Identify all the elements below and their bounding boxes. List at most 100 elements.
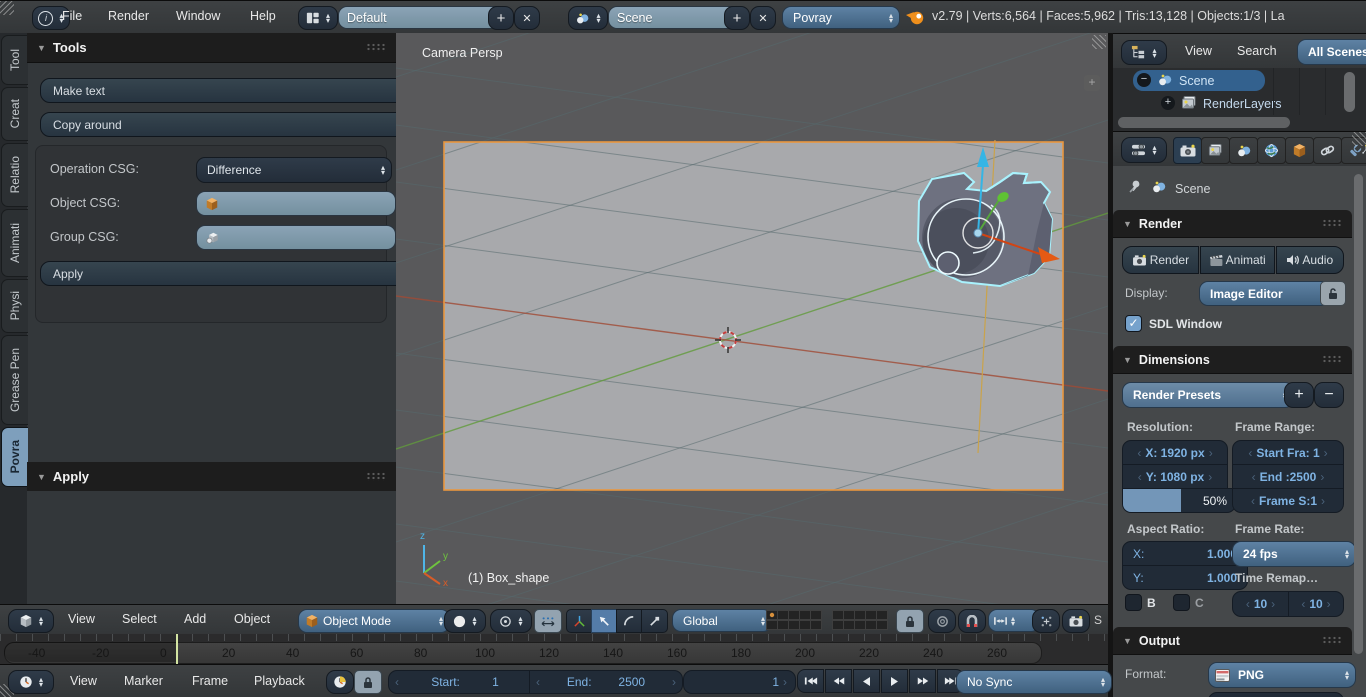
snap-peel-button[interactable] (1032, 609, 1060, 633)
add-preset-button[interactable]: + (1284, 382, 1314, 408)
stepper-right-icon[interactable]: › (783, 675, 787, 689)
collapse-circle-icon[interactable]: − (1137, 73, 1151, 87)
panel-grip-icon[interactable] (366, 472, 386, 481)
pivot-point-dropdown[interactable]: ▴▾ (490, 609, 532, 633)
rewind-button[interactable] (825, 669, 852, 693)
expand-region-button[interactable]: + (1084, 75, 1100, 91)
expand-circle-icon[interactable]: + (1161, 96, 1175, 110)
delete-layout-button[interactable]: ✕ (514, 6, 540, 30)
partially-visible-field[interactable] (1208, 692, 1344, 697)
stepper-right-icon[interactable]: › (1324, 446, 1328, 460)
panel-grip-icon[interactable] (1322, 636, 1342, 645)
snap-toggle-button[interactable] (958, 609, 986, 633)
object-csg-field[interactable] (196, 191, 396, 216)
outliner-filter-dropdown[interactable]: All Scenes (1297, 39, 1366, 65)
shelf-tab-physics[interactable]: Physi (1, 279, 28, 333)
stepper-right-icon[interactable]: › (1208, 470, 1212, 484)
current-frame-field[interactable]: 1 › (683, 670, 796, 694)
frame-step-field[interactable]: ‹ Frame S:1 › (1232, 488, 1344, 513)
stepper-left-icon[interactable]: ‹ (1138, 470, 1142, 484)
shelf-tab-povray[interactable]: Povra (1, 427, 28, 487)
display-dropdown[interactable]: Image Editor ▴▾ (1199, 281, 1331, 306)
layers-widget[interactable] (766, 610, 888, 631)
scene-selector[interactable]: ▴▾ (568, 6, 608, 30)
play-reverse-button[interactable] (853, 669, 880, 693)
tab-scene[interactable] (1229, 137, 1258, 164)
preview-range-button[interactable] (326, 670, 354, 694)
stepper-right-icon[interactable]: › (1327, 597, 1331, 611)
lock-to-scene-button[interactable] (896, 609, 924, 633)
frame-rate-dropdown[interactable]: 24 fps ▴▾ (1232, 541, 1356, 567)
render-animation-button[interactable]: Animati (1200, 246, 1275, 274)
menu-search[interactable]: Search (1231, 44, 1283, 58)
apply-panel-header[interactable]: ▼ Apply (27, 462, 396, 492)
menu-view[interactable]: View (62, 612, 101, 626)
menu-object[interactable]: Object (228, 612, 276, 626)
timeline-editor-selector[interactable]: ▴▾ (8, 670, 54, 694)
border-checkbox[interactable] (1125, 594, 1142, 611)
manipulator-axes-button[interactable] (566, 609, 593, 633)
menu-marker[interactable]: Marker (118, 674, 169, 688)
menu-select[interactable]: Select (116, 612, 163, 626)
tab-world[interactable] (1257, 137, 1286, 164)
render-audio-button[interactable]: Audio (1276, 246, 1344, 274)
jump-to-start-button[interactable] (797, 669, 824, 693)
manipulator-toggle-button[interactable] (534, 609, 562, 633)
outliner-scene-label[interactable]: Scene (1179, 74, 1214, 88)
stepper-left-icon[interactable]: ‹ (395, 675, 399, 689)
play-button[interactable] (881, 669, 908, 693)
dimensions-panel-header[interactable]: ▼ Dimensions (1113, 346, 1352, 374)
menu-frame[interactable]: Frame (186, 674, 234, 688)
frame-end-field[interactable]: ‹ End: 2500 › (529, 670, 683, 694)
menu-window[interactable]: Window (170, 9, 226, 23)
menu-view[interactable]: View (64, 674, 103, 688)
menu-add[interactable]: Add (178, 612, 212, 626)
frame-start-field[interactable]: ‹ Start: 1 › (388, 670, 542, 694)
output-panel-header[interactable]: ▼ Output (1113, 627, 1352, 655)
stepper-left-icon[interactable]: ‹ (1246, 597, 1250, 611)
add-scene-button[interactable]: + (724, 6, 750, 30)
menu-file[interactable]: File (56, 9, 88, 23)
time-remap-old-field[interactable]: ‹ 10 › (1232, 591, 1289, 617)
timeline-ruler[interactable]: -40 -20 0 20 40 60 80 100 120 140 160 18… (0, 634, 1108, 665)
stepper-left-icon[interactable]: ‹ (1137, 446, 1141, 460)
stepper-left-icon[interactable]: ‹ (536, 675, 540, 689)
menu-view[interactable]: View (1179, 44, 1218, 58)
stepper-right-icon[interactable]: › (1320, 470, 1324, 484)
stepper-right-icon[interactable]: › (1209, 446, 1213, 460)
tools-panel-header[interactable]: ▼ Tools (27, 33, 396, 63)
panel-grip-icon[interactable] (1322, 355, 1342, 364)
resolution-x-field[interactable]: ‹ X: 1920 px › (1122, 440, 1228, 465)
stepper-left-icon[interactable]: ‹ (1301, 597, 1305, 611)
stepper-left-icon[interactable]: ‹ (1251, 494, 1255, 508)
render-image-button[interactable]: Render (1122, 246, 1199, 274)
render-panel-header[interactable]: ▼ Render (1113, 210, 1352, 238)
viewport-shading-dropdown[interactable]: ▴▾ (444, 609, 486, 633)
frame-end-field[interactable]: ‹ End :2500 › (1232, 464, 1344, 489)
resolution-y-field[interactable]: ‹ Y: 1080 px › (1122, 464, 1228, 489)
properties-editor-selector[interactable]: ▴▾ (1121, 137, 1167, 163)
screen-layout-name-field[interactable]: Default (338, 6, 504, 29)
manipulator-rotate-button[interactable] (616, 609, 643, 633)
outliner-renderlayers-label[interactable]: RenderLayers (1203, 97, 1282, 111)
outliner-vertical-scrollbar[interactable] (1344, 72, 1355, 112)
menu-help[interactable]: Help (244, 9, 282, 23)
tab-constraints[interactable] (1313, 137, 1342, 164)
render-engine-dropdown[interactable]: Povray ▴▾ (782, 6, 900, 29)
viewport-3d[interactable]: Camera Persp (1) Box_shape z y x + (396, 33, 1108, 604)
panel-grip-icon[interactable] (1322, 219, 1342, 228)
stepper-left-icon[interactable]: ‹ (1248, 446, 1252, 460)
stepper-right-icon[interactable]: › (1321, 494, 1325, 508)
menu-playback[interactable]: Playback (248, 674, 311, 688)
crop-checkbox[interactable] (1173, 594, 1190, 611)
menu-render[interactable]: Render (102, 9, 155, 23)
tab-object[interactable] (1285, 137, 1314, 164)
stepper-right-icon[interactable]: › (672, 675, 676, 689)
lock-frame-button[interactable] (354, 670, 382, 694)
manipulator-translate-button[interactable] (591, 609, 618, 633)
add-layout-button[interactable]: + (488, 6, 514, 30)
shelf-tab-animation[interactable]: Animati (1, 209, 28, 277)
shelf-tab-create[interactable]: Creat (1, 87, 28, 141)
panel-grip-icon[interactable] (366, 43, 386, 52)
aspect-y-field[interactable]: Y: 1.000 (1122, 565, 1248, 590)
